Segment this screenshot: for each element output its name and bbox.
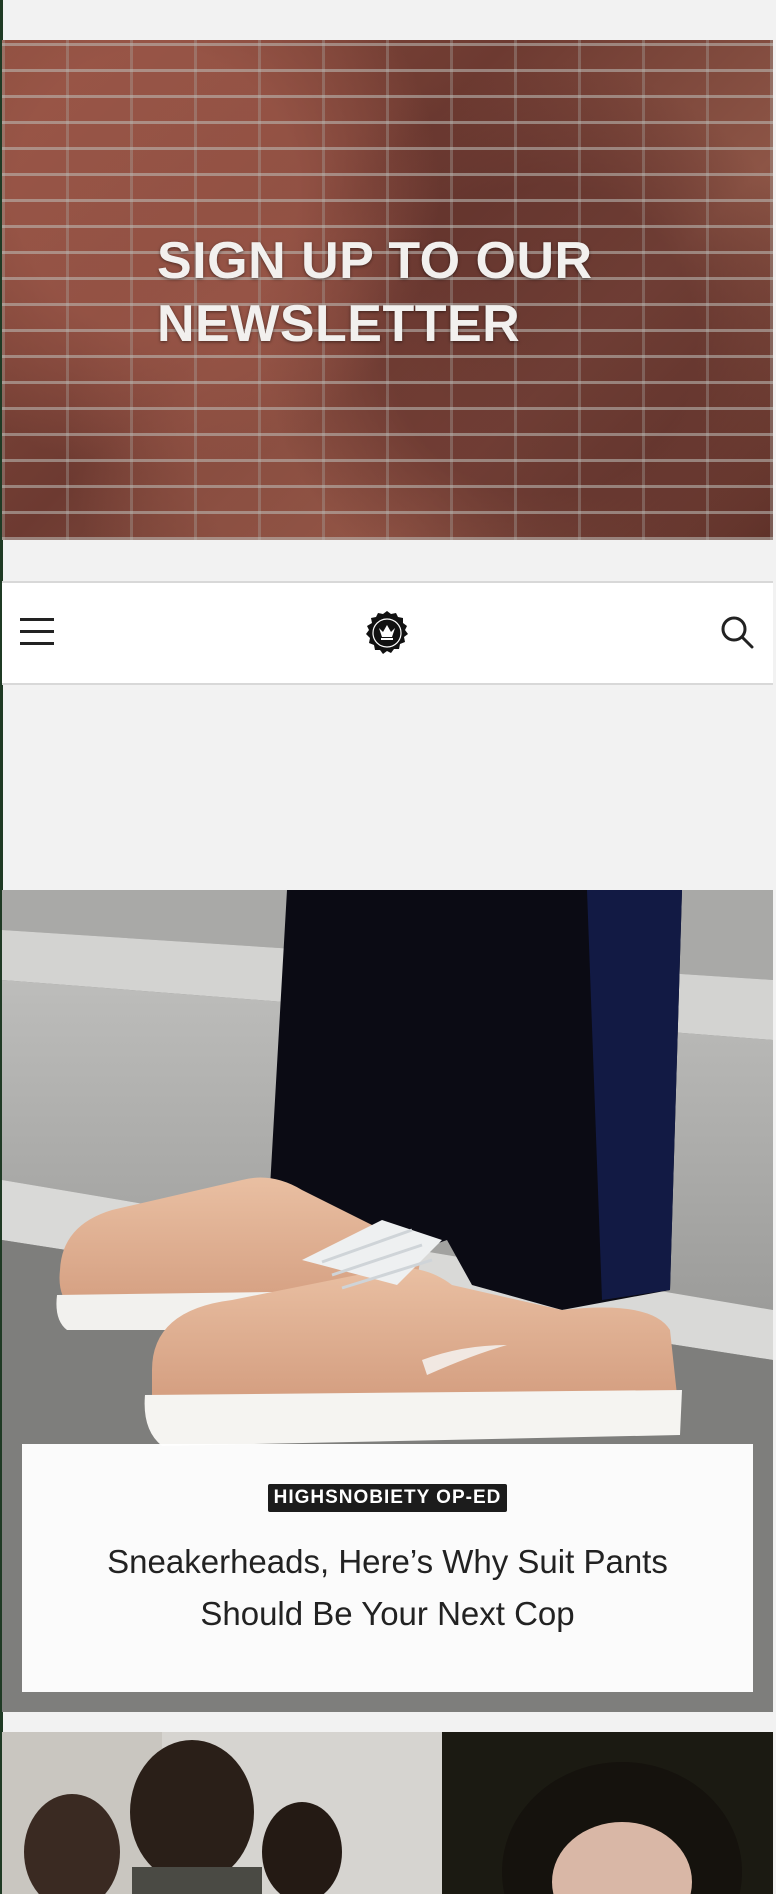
search-icon[interactable] <box>719 614 755 650</box>
article-caption-card[interactable]: HIGHSNOBIETY OP-ED Sneakerheads, Here’s … <box>22 1444 753 1692</box>
site-header <box>2 581 773 685</box>
article-headline[interactable]: Sneakerheads, Here’s Why Suit Pants Shou… <box>68 1536 708 1640</box>
crown-seal-logo-icon[interactable] <box>364 610 410 656</box>
article-category-tag[interactable]: HIGHSNOBIETY OP-ED <box>267 1484 508 1512</box>
hamburger-menu-icon[interactable] <box>20 618 54 646</box>
newsletter-banner[interactable]: SIGN UP TO OUR NEWSLETTER <box>2 40 773 540</box>
newsletter-banner-title: SIGN UP TO OUR NEWSLETTER <box>157 232 593 353</box>
next-article-image <box>2 1732 773 1894</box>
next-article-card[interactable] <box>2 1732 773 1894</box>
featured-article-card[interactable]: HIGHSNOBIETY OP-ED Sneakerheads, Here’s … <box>2 890 773 1712</box>
